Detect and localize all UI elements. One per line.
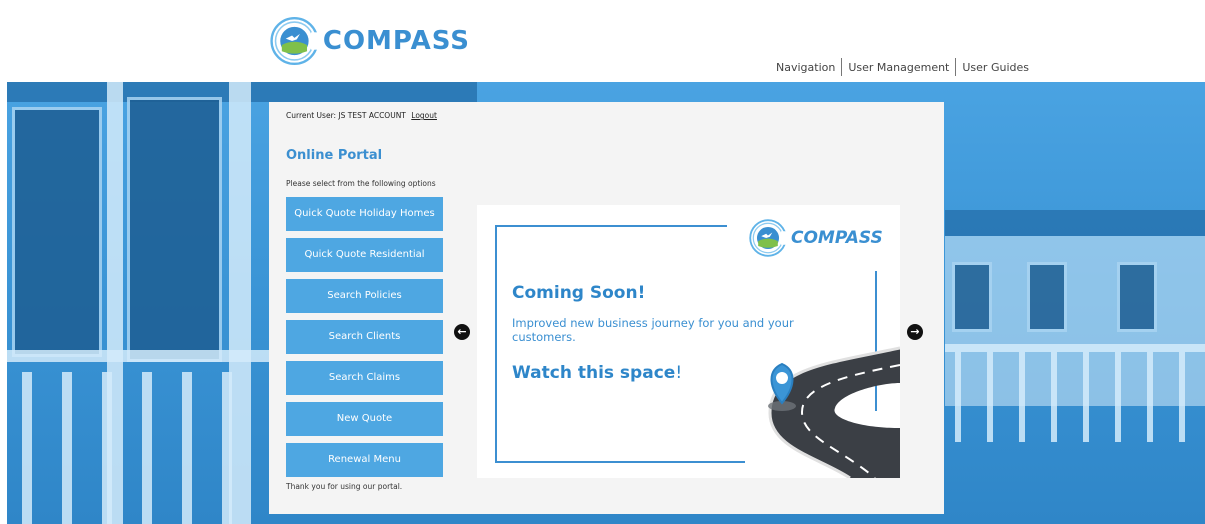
new-quote-button[interactable]: New Quote — [286, 402, 443, 436]
brand-name: COMPASS — [322, 26, 470, 56]
current-user-label: Current User: JS TEST ACCOUNT — [286, 111, 406, 120]
top-navigation: Navigation User Management User Guides — [776, 58, 1035, 76]
nav-user-guides[interactable]: User Guides — [956, 61, 1035, 74]
slide-footer-bold: Watch this space — [512, 363, 676, 383]
search-policies-button[interactable]: Search Policies — [286, 279, 443, 313]
arrow-left-icon[interactable]: ← — [454, 324, 470, 340]
page-subtitle: Please select from the following options — [286, 179, 436, 188]
slide-logo: COMPASS — [749, 219, 883, 257]
arrow-right-icon[interactable]: → — [907, 324, 923, 340]
nav-navigation[interactable]: Navigation — [776, 61, 841, 74]
thanks-message: Thank you for using our portal. — [286, 482, 403, 491]
slide-heading: Coming Soon! — [512, 283, 646, 303]
compass-logo[interactable]: COMPASS — [270, 8, 470, 74]
road-illustration — [768, 346, 900, 478]
quick-quote-residential-button[interactable]: Quick Quote Residential — [286, 238, 443, 272]
search-clients-button[interactable]: Search Clients — [286, 320, 443, 354]
portal-panel: Current User: JS TEST ACCOUNT Logout Onl… — [269, 102, 944, 514]
slide-frame — [495, 225, 727, 227]
search-claims-button[interactable]: Search Claims — [286, 361, 443, 395]
page-title: Online Portal — [286, 148, 383, 163]
slide-frame — [495, 225, 497, 463]
renewal-menu-button[interactable]: Renewal Menu — [286, 443, 443, 477]
carousel-slide[interactable]: COMPASS Coming Soon! Improved new busine… — [477, 205, 900, 478]
compass-logo-icon — [270, 16, 319, 66]
slide-frame — [495, 461, 745, 463]
nav-user-management[interactable]: User Management — [842, 61, 955, 74]
slide-footer-punct: ! — [675, 363, 683, 383]
slide-footer: Watch this space! — [512, 363, 682, 383]
slide-brand-name: COMPASS — [791, 228, 883, 248]
current-user: Current User: JS TEST ACCOUNT Logout — [286, 111, 437, 120]
options-menu: Quick Quote Holiday Homes Quick Quote Re… — [286, 197, 443, 484]
logout-link[interactable]: Logout — [411, 111, 437, 120]
compass-logo-icon — [749, 219, 787, 257]
quick-quote-holiday-homes-button[interactable]: Quick Quote Holiday Homes — [286, 197, 443, 231]
